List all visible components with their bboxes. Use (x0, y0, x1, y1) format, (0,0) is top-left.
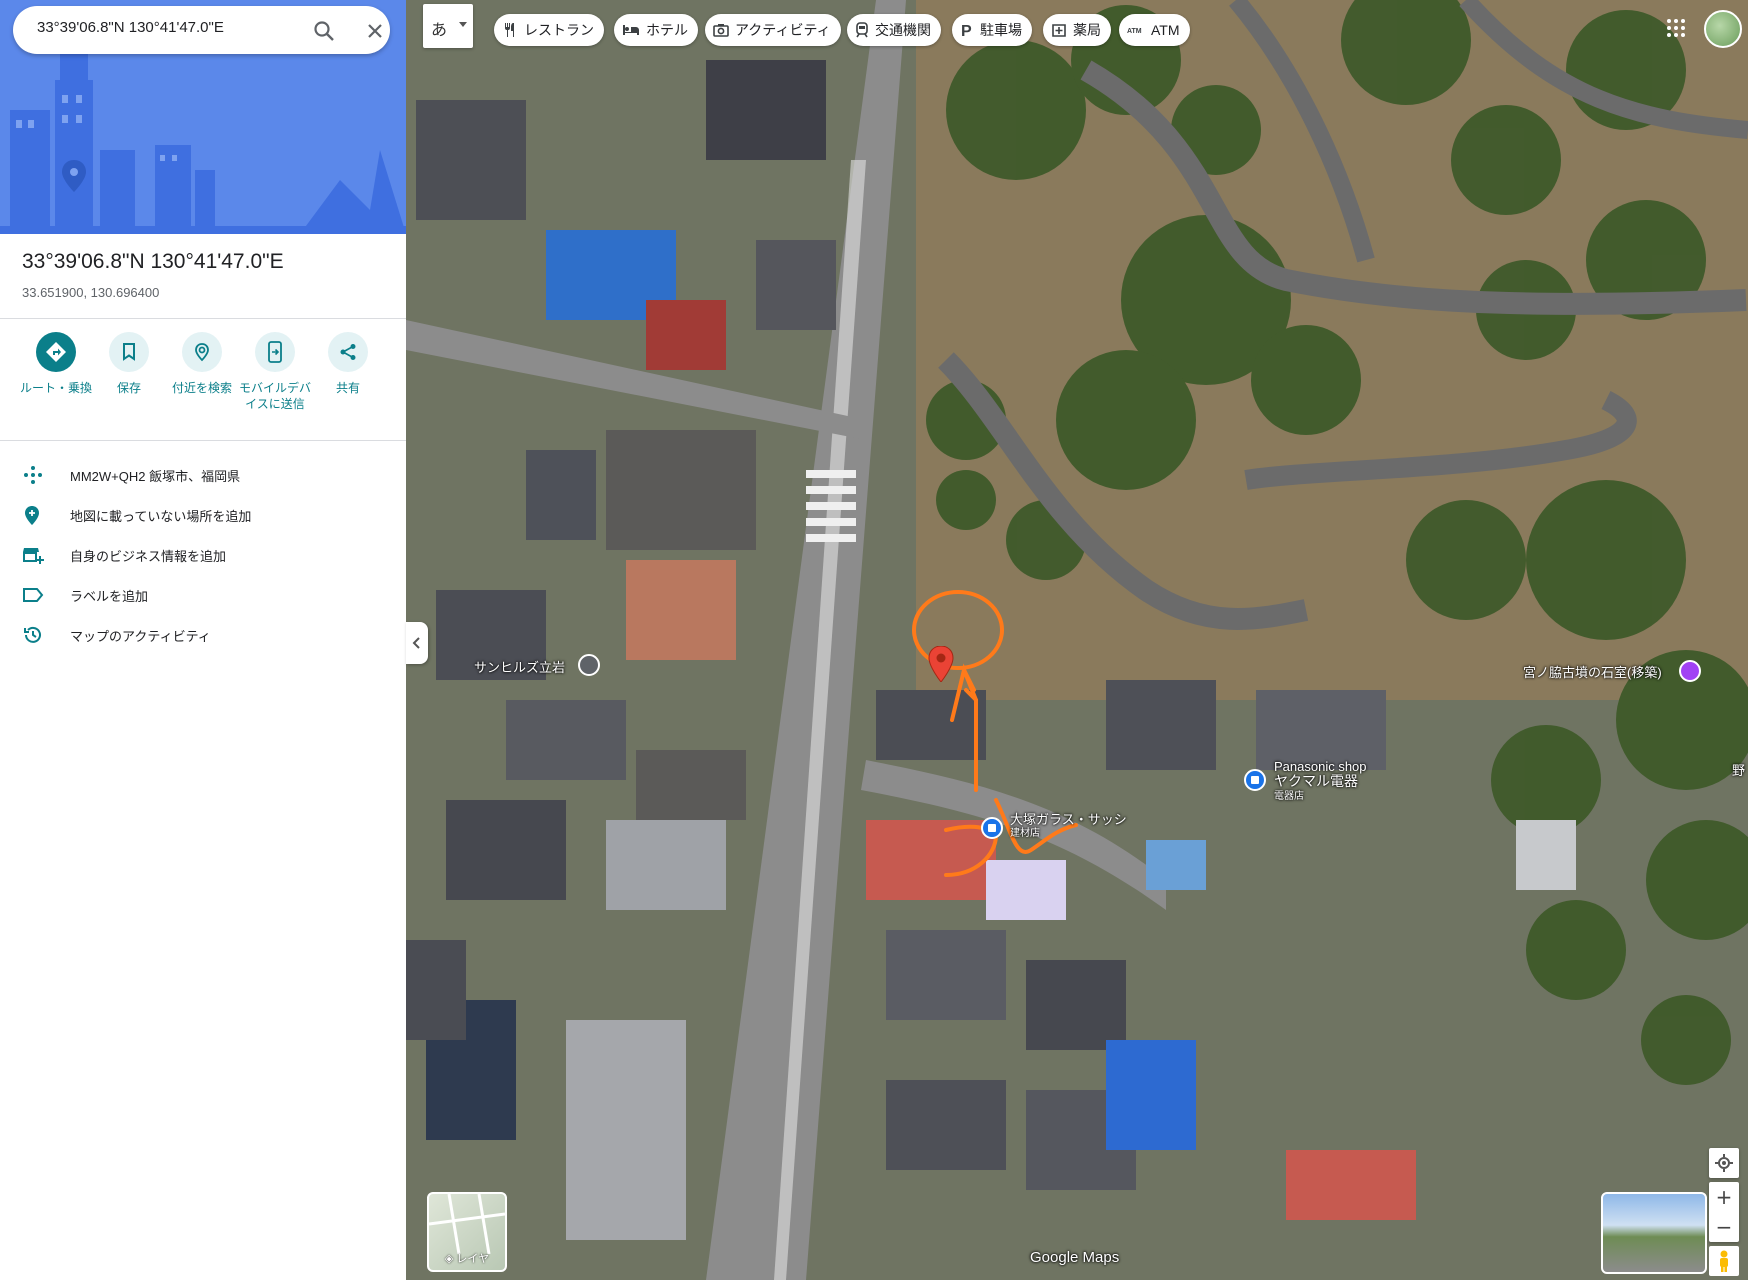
layers-icon: ◈ (444, 1253, 457, 1265)
zoom-in-button[interactable]: + (1709, 1182, 1739, 1212)
poi-edge-label: 野 (1732, 763, 1746, 778)
search-box[interactable] (13, 6, 390, 54)
map-canvas[interactable] (406, 0, 1748, 1280)
label-icon (23, 588, 44, 602)
chip-atm[interactable]: ATM ATM (1119, 14, 1190, 46)
add-label-row[interactable]: ラベルを追加 (0, 577, 406, 613)
pegman-icon[interactable] (1709, 1246, 1739, 1276)
zoom-out-button[interactable]: − (1709, 1212, 1739, 1242)
maps-activity-row[interactable]: マップのアクティビティ (0, 617, 406, 653)
add-business-icon (23, 548, 44, 564)
atm-icon: ATM (1127, 28, 1142, 35)
layers-preview-map (429, 1194, 505, 1255)
hotel-icon (623, 25, 639, 35)
chevron-left-icon (412, 637, 420, 649)
poi-otsuka-label[interactable]: 大塚ガラス・サッシ 建材店 (1010, 813, 1127, 841)
my-location-icon (1715, 1154, 1733, 1172)
divider (0, 318, 406, 319)
zoom-controls: + − (1709, 1182, 1739, 1242)
apps-grid-icon[interactable] (1664, 16, 1688, 40)
layers-button[interactable]: ◈ レイヤ (427, 1192, 507, 1272)
restaurant-icon (505, 23, 514, 37)
chip-activities[interactable]: アクティビティ (705, 14, 841, 46)
search-icon[interactable] (312, 19, 336, 43)
google-maps-attribution: Google Maps (1030, 1249, 1120, 1266)
place-panel: 33°39'06.8"N 130°41'47.0"E 33.651900, 13… (0, 0, 406, 1280)
street-view-thumbnail[interactable] (1601, 1192, 1707, 1274)
satellite-imagery (406, 0, 1748, 1280)
add-place-icon (25, 506, 39, 525)
parking-icon: P (961, 23, 972, 38)
chip-transit[interactable]: 交通機関 (847, 14, 941, 46)
poi-store-icon[interactable] (981, 817, 1003, 839)
poi-sunhills-label[interactable]: サンヒルズ立岩 (474, 657, 565, 676)
my-location-button[interactable] (1709, 1148, 1739, 1178)
train-icon (856, 22, 868, 38)
send-to-phone-icon (268, 341, 282, 363)
directions-button[interactable]: ルート・乗換 (19, 332, 93, 396)
add-missing-place-row[interactable]: 地図に載っていない場所を追加 (0, 497, 406, 533)
share-button[interactable]: 共有 (311, 332, 385, 396)
svg-text:ATM: ATM (1127, 28, 1142, 35)
pharmacy-icon (1052, 24, 1066, 37)
input-method-toggle[interactable]: あ (423, 4, 473, 48)
nearby-search-icon (195, 343, 209, 362)
place-decimal-coordinates: 33.651900, 130.696400 (22, 285, 160, 300)
save-button[interactable]: 保存 (92, 332, 166, 396)
directions-icon (46, 342, 66, 362)
collapse-panel-button[interactable] (406, 622, 428, 664)
poi-kofun-label[interactable]: 宮ノ脇古墳の石室(移築) (1523, 662, 1662, 681)
poi-landmark-icon[interactable] (1679, 660, 1701, 682)
share-icon (340, 344, 356, 360)
send-to-phone-button[interactable]: モバイルデバイスに送信 (238, 332, 312, 412)
chip-hotel[interactable]: ホテル (614, 14, 698, 46)
poi-marker-icon[interactable] (578, 654, 600, 676)
plus-code-icon (24, 466, 42, 484)
history-icon (24, 626, 41, 643)
chip-parking[interactable]: P 駐車場 (952, 14, 1032, 46)
nearby-search-button[interactable]: 付近を検索 (165, 332, 239, 396)
chip-restaurant[interactable]: レストラン (494, 14, 604, 46)
divider (0, 440, 406, 441)
bookmark-icon (123, 343, 135, 361)
plus-code-row[interactable]: MM2W+QH2 飯塚市、福岡県 (0, 457, 406, 493)
poi-panasonic-label[interactable]: Panasonic shop ヤクマル電器 電器店 (1274, 759, 1367, 804)
account-avatar[interactable] (1704, 10, 1742, 48)
close-icon[interactable] (363, 19, 387, 43)
search-input[interactable] (37, 19, 287, 36)
poi-shopping-icon[interactable] (1244, 769, 1266, 791)
svg-text:P: P (961, 23, 972, 38)
chip-pharmacy[interactable]: 薬局 (1043, 14, 1111, 46)
chevron-down-icon (459, 22, 467, 27)
add-business-row[interactable]: 自身のビジネス情報を追加 (0, 537, 406, 573)
place-title: 33°39'06.8"N 130°41'47.0"E (22, 250, 284, 273)
location-pin-icon[interactable] (928, 646, 954, 682)
camera-icon (713, 24, 729, 37)
